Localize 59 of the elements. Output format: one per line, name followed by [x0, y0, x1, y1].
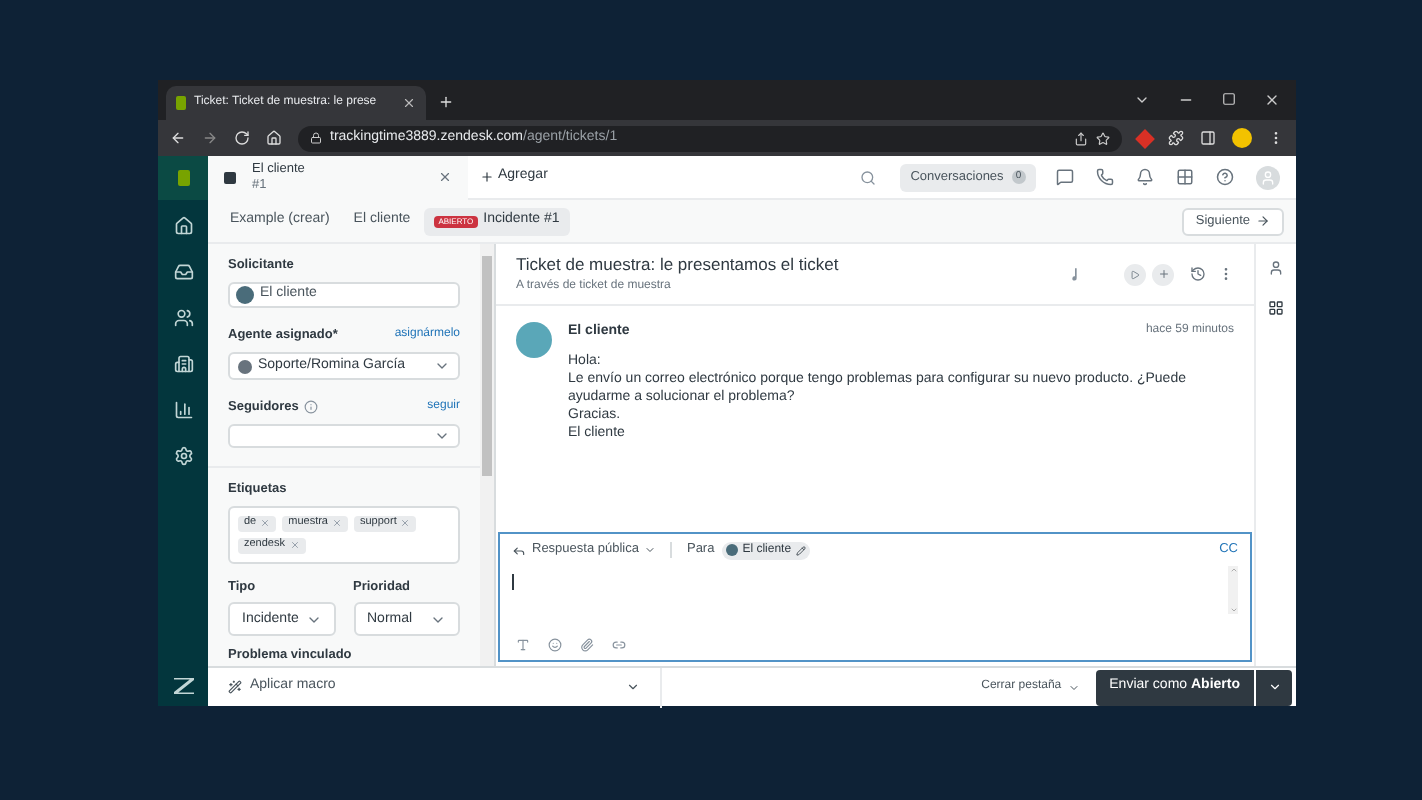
search-icon[interactable] — [860, 169, 876, 185]
forward-icon[interactable] — [202, 130, 218, 146]
z-logo-icon[interactable] — [173, 678, 193, 694]
music-note-icon[interactable] — [1070, 267, 1080, 281]
link-icon[interactable] — [612, 637, 626, 651]
chevron-icon — [1267, 680, 1281, 694]
chevron-icon — [644, 544, 657, 556]
chevron-icon — [626, 680, 640, 694]
ticket-icon — [224, 171, 236, 183]
new-tab-icon[interactable] — [438, 94, 454, 110]
home-icon[interactable] — [266, 130, 282, 146]
logo-icon[interactable] — [158, 156, 208, 200]
user-icon[interactable] — [1268, 260, 1284, 276]
avatar-placeholder — [516, 322, 552, 358]
maximize-icon[interactable] — [1222, 92, 1236, 106]
chevron-icon[interactable] — [1134, 92, 1150, 108]
views-icon[interactable] — [173, 262, 193, 282]
attachment-icon[interactable] — [580, 637, 594, 651]
puzzle-icon[interactable] — [1168, 130, 1184, 146]
close-icon[interactable] — [438, 170, 452, 184]
settings-icon[interactable] — [173, 446, 193, 466]
users-icon[interactable] — [173, 308, 193, 328]
profile-avatar[interactable] — [1232, 128, 1252, 148]
text-format-icon[interactable] — [516, 637, 530, 651]
apps-icon[interactable] — [1268, 300, 1284, 316]
share-icon[interactable] — [1074, 131, 1088, 145]
favicon-icon — [176, 96, 186, 110]
extension-icon[interactable] — [1135, 128, 1155, 148]
emoji-icon[interactable] — [548, 637, 562, 651]
chart-icon[interactable] — [173, 400, 193, 420]
plus-icon — [1157, 268, 1169, 280]
lock-icon — [310, 132, 322, 144]
play-icon — [1130, 269, 1140, 279]
arrow-icon — [1256, 214, 1270, 228]
reload-icon[interactable] — [234, 130, 250, 146]
submit-options-button[interactable] — [1256, 669, 1292, 705]
pencil-icon[interactable] — [795, 545, 806, 555]
history-icon[interactable] — [1190, 266, 1206, 282]
close-icon[interactable] — [402, 96, 416, 110]
back-icon[interactable] — [170, 130, 186, 146]
info-icon — [304, 400, 319, 415]
avatar-icon — [236, 286, 254, 305]
macro-icon — [228, 680, 242, 694]
group-icon — [238, 359, 252, 374]
side-panel-icon[interactable] — [1200, 130, 1216, 146]
bell-icon[interactable] — [1136, 168, 1154, 186]
chevron-icon — [1067, 681, 1080, 693]
star-icon[interactable] — [1096, 131, 1110, 145]
text-cursor — [512, 574, 514, 590]
play-button[interactable] — [1124, 263, 1146, 285]
ticket-title: Ticket de muestra: le presentamos el ticket — [516, 252, 841, 278]
phone-icon[interactable] — [1096, 168, 1114, 186]
building-icon[interactable] — [173, 354, 193, 374]
scrollbar[interactable] — [480, 244, 494, 666]
plus-icon — [480, 170, 494, 184]
home-icon[interactable] — [173, 216, 193, 236]
chat-icon[interactable] — [1056, 168, 1074, 186]
help-icon[interactable] — [1216, 168, 1234, 186]
reply-icon — [512, 543, 526, 557]
